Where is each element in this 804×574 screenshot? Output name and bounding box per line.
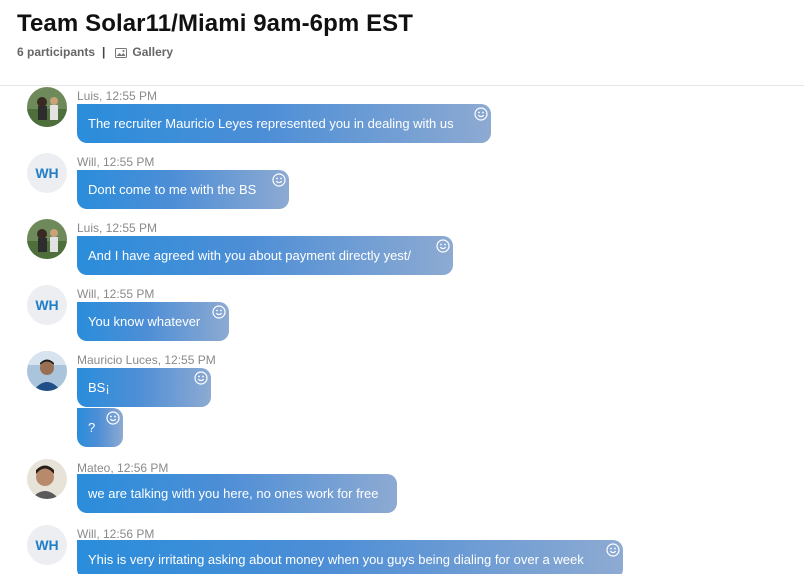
message-bubble[interactable]: ? xyxy=(77,408,123,447)
avatar-initials[interactable]: WH xyxy=(27,285,67,325)
message-bubble[interactable]: we are talking with you here, no ones wo… xyxy=(77,474,397,513)
message-bubble[interactable]: And I have agreed with you about payment… xyxy=(77,236,453,275)
avatar-photo-icon xyxy=(27,219,67,259)
message-bubble[interactable]: You know whatever xyxy=(77,302,229,341)
message-meta: Luis, 12:55 PM xyxy=(77,221,158,235)
smiley-icon[interactable] xyxy=(606,543,620,557)
message-bubble[interactable]: BS¡ xyxy=(77,368,211,407)
message-bubble[interactable]: Yhis is very irritating asking about mon… xyxy=(77,540,623,574)
avatar-photo-icon xyxy=(27,351,67,391)
message-meta: Mateo, 12:56 PM xyxy=(77,461,169,475)
avatar[interactable] xyxy=(27,351,67,391)
smiley-icon[interactable] xyxy=(474,107,488,121)
message-list[interactable]: Luis, 12:55 PM The recruiter Mauricio Le… xyxy=(0,86,804,574)
message-meta: Will, 12:55 PM xyxy=(77,287,155,301)
participants-link[interactable]: 6 participants xyxy=(17,45,95,59)
message-text: And I have agreed with you about payment… xyxy=(88,248,412,263)
message-meta: Luis, 12:55 PM xyxy=(77,89,158,103)
gallery-icon[interactable] xyxy=(115,48,128,58)
message-text: BS¡ xyxy=(88,380,110,395)
message-bubble[interactable]: The recruiter Mauricio Leyes represented… xyxy=(77,104,491,143)
message-text: You know whatever xyxy=(88,314,201,329)
avatar[interactable] xyxy=(27,459,67,499)
message-meta: Mauricio Luces, 12:55 PM xyxy=(77,353,216,367)
conversation-header: Team Solar11/Miami 9am-6pm EST 6 partici… xyxy=(0,0,804,86)
smiley-icon[interactable] xyxy=(106,411,120,425)
avatar-initials[interactable]: WH xyxy=(27,153,67,193)
smiley-icon[interactable] xyxy=(194,371,208,385)
conversation-title[interactable]: Team Solar11/Miami 9am-6pm EST xyxy=(17,10,413,38)
message-meta: Will, 12:55 PM xyxy=(77,155,155,169)
smiley-icon[interactable] xyxy=(272,173,286,187)
avatar[interactable] xyxy=(27,219,67,259)
message-text: Yhis is very irritating asking about mon… xyxy=(88,552,584,567)
smiley-icon[interactable] xyxy=(436,239,450,253)
message-text: ? xyxy=(88,420,96,435)
message-text: we are talking with you here, no ones wo… xyxy=(88,486,379,501)
avatar[interactable] xyxy=(27,87,67,127)
message-text: Dont come to me with the BS xyxy=(88,182,257,197)
message-meta: Will, 12:56 PM xyxy=(77,527,155,541)
avatar-photo-icon xyxy=(27,459,67,499)
conversation-subtitle: 6 participants | Gallery xyxy=(17,45,173,59)
subtitle-separator: | xyxy=(102,45,106,59)
avatar-initials[interactable]: WH xyxy=(27,525,67,565)
message-bubble[interactable]: Dont come to me with the BS xyxy=(77,170,289,209)
message-text: The recruiter Mauricio Leyes represented… xyxy=(88,116,454,131)
avatar-photo-icon xyxy=(27,87,67,127)
gallery-link[interactable]: Gallery xyxy=(132,45,173,59)
smiley-icon[interactable] xyxy=(212,305,226,319)
